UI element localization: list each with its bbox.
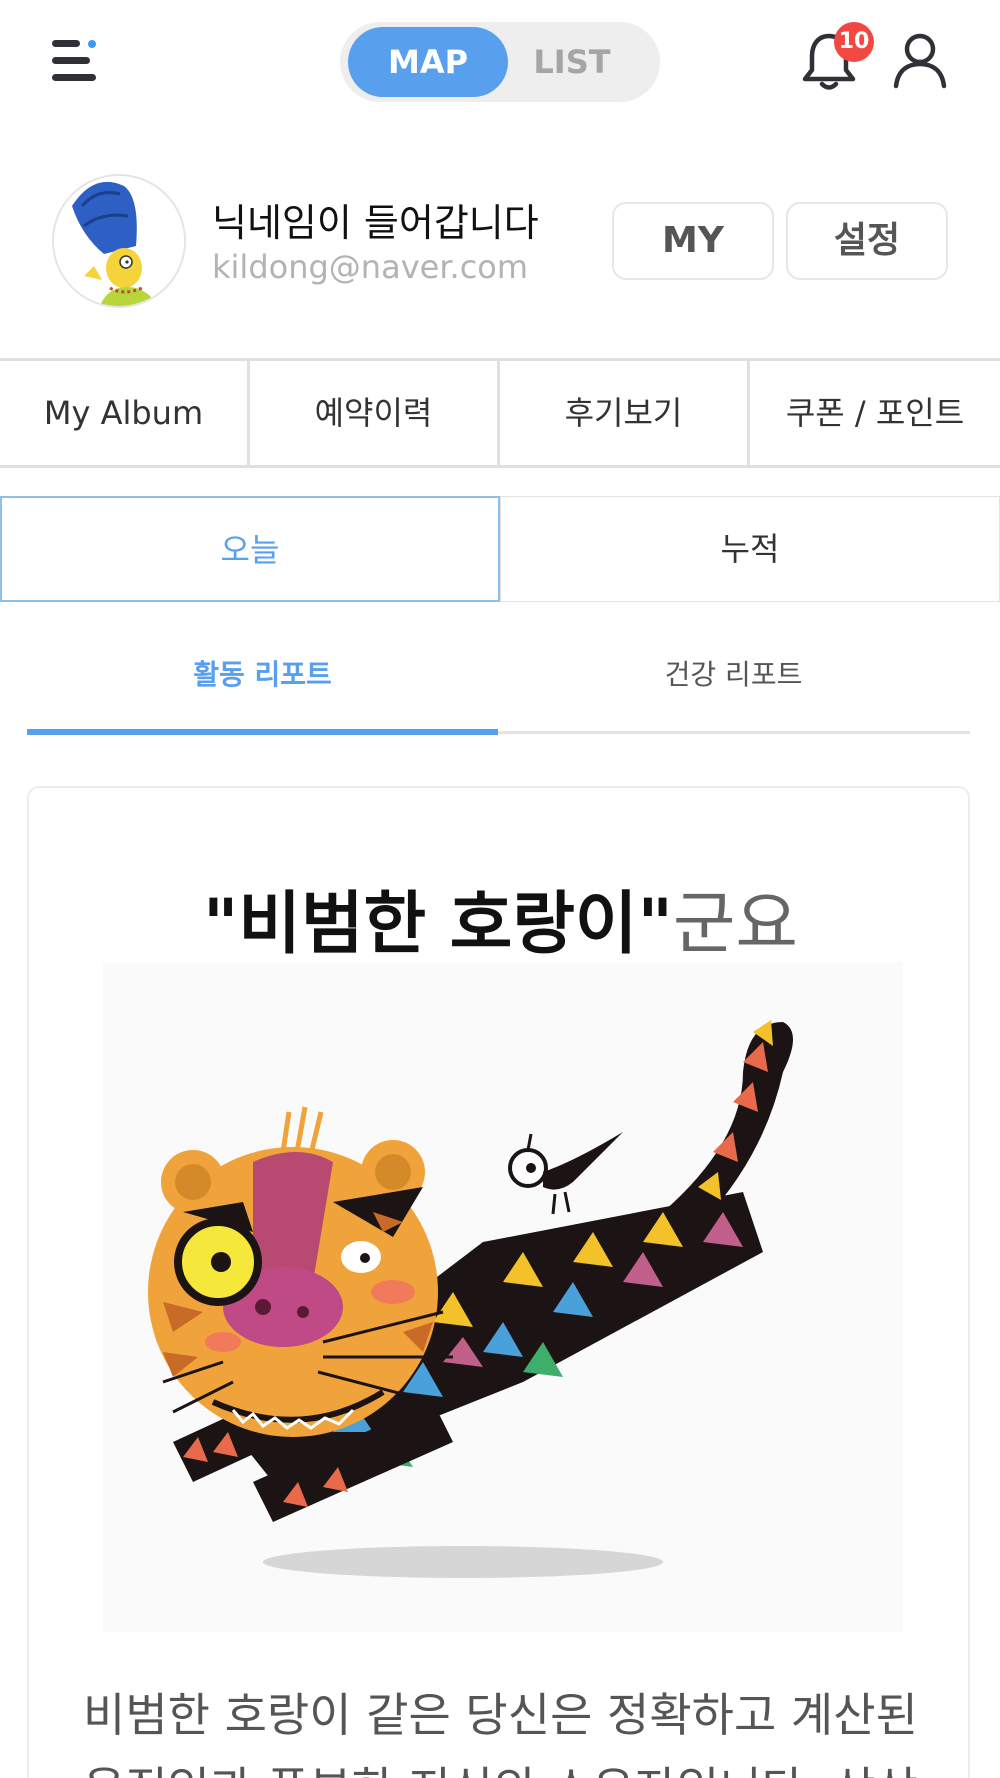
profile-section: 닉네임이 들어갑니다 kildong@naver.com MY 설정 xyxy=(0,172,1000,312)
report-tabs: 활동 리포트 건강 리포트 xyxy=(27,630,970,735)
avatar-image xyxy=(54,176,184,306)
result-description: 비범한 호랑이 같은 당신은 정확하고 계산된 움직임과 풍부한 지식의 소유자… xyxy=(83,1688,918,1778)
active-tab-indicator xyxy=(27,729,498,735)
map-list-toggle: MAP LIST xyxy=(340,22,660,102)
menu-icon[interactable] xyxy=(52,38,100,84)
quick-menu-reviews[interactable]: 후기보기 xyxy=(500,361,750,465)
tiger-illustration xyxy=(103,962,903,1632)
result-card: "비범한 호랑이"군요 비범한 호랑이 같은 당신은 정확하고 계산된 xyxy=(27,786,970,1778)
period-tabs: 오늘 누적 xyxy=(0,496,1000,602)
map-toggle-button[interactable]: MAP xyxy=(348,27,508,97)
result-title: "비범한 호랑이"군요 xyxy=(29,868,972,967)
my-button[interactable]: MY xyxy=(612,202,774,280)
quick-menu: My Album 예약이력 후기보기 쿠폰 / 포인트 xyxy=(0,358,1000,468)
list-toggle-button[interactable]: LIST xyxy=(492,27,652,97)
profile-email: kildong@naver.com xyxy=(212,248,529,286)
settings-button[interactable]: 설정 xyxy=(786,202,948,280)
user-profile-button[interactable] xyxy=(890,30,950,90)
quick-menu-my-album[interactable]: My Album xyxy=(0,361,250,465)
notification-bell-button[interactable]: 10 xyxy=(798,22,874,92)
quick-menu-coupon-point[interactable]: 쿠폰 / 포인트 xyxy=(750,361,1000,465)
notification-count-badge: 10 xyxy=(834,22,874,62)
top-header: MAP LIST 10 xyxy=(0,0,1000,125)
profile-nickname: 닉네임이 들어갑니다 xyxy=(212,201,539,245)
avatar[interactable] xyxy=(52,174,186,308)
result-title-type: "비범한 호랑이" xyxy=(202,885,673,964)
tab-cumulative[interactable]: 누적 xyxy=(500,496,1000,602)
tab-today[interactable]: 오늘 xyxy=(0,496,500,602)
tiger-illustration-icon xyxy=(148,1020,793,1578)
quick-menu-reservation-history[interactable]: 예약이력 xyxy=(250,361,500,465)
tab-activity-report[interactable]: 활동 리포트 xyxy=(27,630,498,734)
user-icon xyxy=(893,33,947,89)
result-title-suffix: 군요 xyxy=(672,885,798,964)
tab-health-report[interactable]: 건강 리포트 xyxy=(498,630,969,734)
